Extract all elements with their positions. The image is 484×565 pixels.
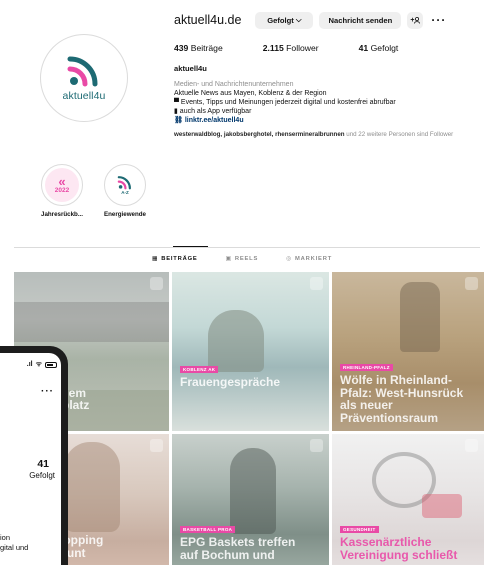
active-tab-indicator xyxy=(173,246,208,247)
followed-by-rest: und 22 weitere Personen sind Follower xyxy=(344,131,454,138)
profile-username: aktuell4u.de xyxy=(174,13,242,27)
phone-status-bar: .ıl ᯤ xyxy=(27,360,57,369)
profile-name: aktuell4u xyxy=(174,64,207,73)
photo-detail xyxy=(422,494,462,518)
post-tag: KOBLENZ AK xyxy=(180,366,219,373)
more-options-icon[interactable]: ··· xyxy=(431,13,446,27)
profile-category: Medien- und Nachrichtenunternehmen xyxy=(174,81,294,88)
profile-actions-row: aktuell4u.de Gefolgt ⌵ Nachricht senden … xyxy=(174,10,480,30)
rss-badge-icon xyxy=(150,277,163,290)
highlight-sub: A-Z xyxy=(121,190,129,195)
followers-label: Follower xyxy=(286,43,319,53)
post-tile[interactable]: RHEINLAND-PFALZ Wölfe in Rheinland- Pfal… xyxy=(332,272,484,431)
bio-line: ▮ auch als App verfügbar xyxy=(174,108,252,115)
posts-stat: 439 Beiträge xyxy=(174,43,243,53)
post-tag: RHEINLAND-PFALZ xyxy=(340,364,393,371)
rss-badge-icon xyxy=(310,439,323,452)
link-icon: ⛓ xyxy=(174,117,183,124)
rss-badge-icon xyxy=(465,439,478,452)
highlight-cover: « 2022 xyxy=(41,164,83,206)
profile-avatar[interactable]: aktuell4u xyxy=(40,34,128,122)
phone-screen: .ıl ᯤ ··· 41 Gefolgt ion gital und xyxy=(0,353,61,565)
posts-grid: door- hn auf dem er Flugplatz KOBLENZ AK… xyxy=(14,272,484,565)
post-caption: Frauengespräche xyxy=(180,375,281,389)
posts-count: 439 xyxy=(174,43,189,53)
rss-badge-icon xyxy=(465,277,478,290)
phone-mockup: .ıl ᯤ ··· 41 Gefolgt ion gital und xyxy=(0,346,68,565)
highlight-label: Jahresrückb... xyxy=(41,211,83,218)
profile-header: aktuell4u.de Gefolgt ⌵ Nachricht senden … xyxy=(174,10,480,138)
add-person-button[interactable]: + xyxy=(407,11,424,29)
bio-line: ▀ Events, Tipps und Meinungen jederzeit … xyxy=(174,99,396,106)
highlight-cover: A-Z xyxy=(104,164,146,206)
followed-by[interactable]: westerwaldblog, jakobsberghotel, rhenser… xyxy=(174,131,480,138)
following-button[interactable]: Gefolgt ⌵ xyxy=(255,11,314,29)
highlight-jahresrueckblick[interactable]: « 2022 Jahresrückb... xyxy=(31,164,93,218)
posts-label: Beiträge xyxy=(190,43,223,53)
tab-label: REELS xyxy=(234,256,259,262)
phone-more-icon: ··· xyxy=(41,386,54,397)
chevron-down-icon: ⌵ xyxy=(295,15,302,24)
post-caption: Kassenärztliche Vereinigung schließt xyxy=(340,535,458,562)
rss-logo-icon xyxy=(67,56,98,87)
tagged-icon: ◎ xyxy=(286,256,293,262)
tabs-divider xyxy=(14,247,480,248)
tab-reels[interactable]: ▣ REELS xyxy=(226,256,259,262)
send-message-button[interactable]: Nachricht senden xyxy=(319,11,402,29)
chevrons-left-icon: « xyxy=(58,174,66,189)
post-tile[interactable]: BASKETBALL PROA EPG Baskets treffen auf … xyxy=(172,434,329,565)
phone-bio-fragment: ion xyxy=(0,533,11,542)
photo-detail xyxy=(208,310,264,372)
post-tile[interactable]: KOBLENZ AK Frauengespräche xyxy=(172,272,329,431)
signal-icon: .ıl xyxy=(26,361,33,368)
profile-link[interactable]: ⛓ linktr.ee/aktuell4u xyxy=(174,116,480,125)
profile-stats: 439 Beiträge 2.115 Follower 41 Gefolgt xyxy=(174,43,480,53)
highlight-label: Energiewende xyxy=(104,211,146,218)
rss-logo-icon xyxy=(117,176,131,190)
post-tag: BASKETBALL PROA xyxy=(180,526,236,533)
profile-tabs: ▦ BEITRÄGE ▣ REELS ◎ MARKIERT xyxy=(0,256,484,262)
reels-icon: ▣ xyxy=(225,256,232,262)
tab-tagged[interactable]: ◎ MARKIERT xyxy=(286,256,332,262)
person-icon xyxy=(414,16,421,24)
post-tile[interactable]: GESUNDHEIT Kassenärztliche Vereinigung s… xyxy=(332,434,484,565)
followers-stat[interactable]: 2.115 Follower xyxy=(263,43,339,53)
phone-following-count: 41 xyxy=(37,458,49,470)
bio-line: Aktuelle News aus Mayen, Koblenz & der R… xyxy=(174,90,327,97)
wifi-icon: ᯤ xyxy=(35,361,42,368)
tab-label: MARKIERT xyxy=(295,256,333,262)
following-label: Gefolgt xyxy=(370,43,399,53)
highlight-year: 2022 xyxy=(54,187,70,194)
followed-by-names: westerwaldblog, jakobsberghotel, rhenser… xyxy=(174,131,345,138)
avatar-brand-name: aktuell4u xyxy=(62,90,106,102)
grid-icon: ▦ xyxy=(151,256,159,262)
post-caption: Wölfe in Rheinland- Pfalz: West-Hunsrück… xyxy=(340,373,464,425)
phone-bio-fragment: gital und xyxy=(0,543,29,552)
photo-detail xyxy=(230,448,276,534)
photo-detail xyxy=(400,282,440,352)
following-button-label: Gefolgt xyxy=(267,15,294,25)
post-tag: GESUNDHEIT xyxy=(340,526,379,533)
profile-link-text: linktr.ee/aktuell4u xyxy=(184,117,244,124)
rss-badge-icon xyxy=(310,277,323,290)
tab-posts[interactable]: ▦ BEITRÄGE xyxy=(152,256,198,262)
following-stat[interactable]: 41 Gefolgt xyxy=(359,43,419,53)
rss-badge-icon xyxy=(150,439,163,452)
post-caption: EPG Baskets treffen auf Bochum und xyxy=(180,535,296,562)
photo-detail xyxy=(64,442,120,532)
photo-detail xyxy=(14,302,169,342)
tab-label: BEITRÄGE xyxy=(161,256,198,262)
following-count: 41 xyxy=(358,43,369,53)
followers-count: 2.115 xyxy=(262,43,284,53)
highlight-energiewende[interactable]: A-Z Energiewende xyxy=(94,164,156,218)
phone-following-label: Gefolgt xyxy=(29,471,55,480)
battery-icon xyxy=(45,361,57,368)
